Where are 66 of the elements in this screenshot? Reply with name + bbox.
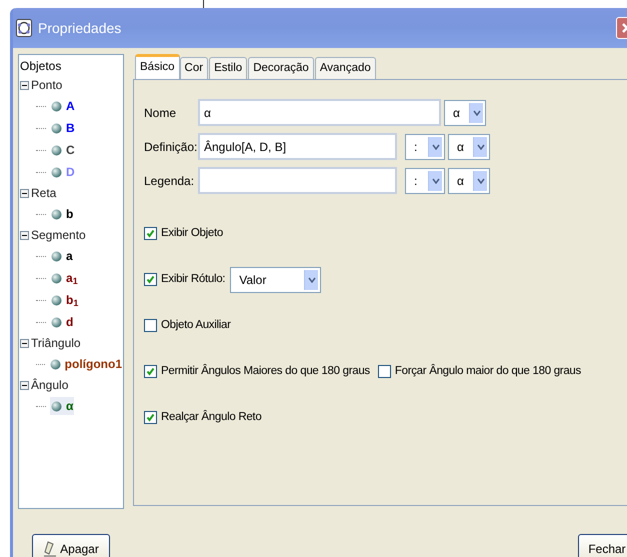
app-icon	[16, 19, 32, 37]
symbol-dropdown[interactable]: α	[448, 168, 490, 194]
tree-item[interactable]: C	[50, 141, 76, 159]
collapse-icon[interactable]	[20, 188, 29, 198]
sphere-icon	[51, 400, 62, 412]
symbol-dropdown[interactable]: α	[444, 100, 486, 126]
sphere-icon	[51, 144, 62, 156]
tree-item[interactable]: b$_{1}$	[50, 291, 80, 309]
text-field[interactable]	[198, 167, 397, 194]
tree-category[interactable]: Reta	[31, 184, 56, 202]
tree-item[interactable]: b	[50, 205, 74, 223]
field-label: Definição:	[144, 138, 198, 156]
label-mode-dropdown[interactable]: Valor	[230, 266, 322, 292]
collapse-icon[interactable]	[20, 230, 29, 240]
symbol-dropdown[interactable]: α	[448, 134, 490, 160]
symbol-dropdown[interactable]: :	[405, 168, 445, 194]
sphere-icon	[51, 166, 62, 178]
sphere-icon	[51, 294, 62, 306]
tree-item[interactable]: d	[50, 313, 74, 331]
sphere-icon	[51, 272, 62, 284]
sphere-icon	[51, 316, 62, 328]
eraser-icon	[43, 541, 58, 557]
checkbox[interactable]	[378, 365, 391, 378]
tree-item[interactable]: α	[50, 397, 74, 415]
checkbox[interactable]	[144, 365, 157, 378]
sphere-icon	[51, 250, 62, 262]
sphere-icon	[51, 122, 62, 134]
tree-root-label: Objetos	[20, 58, 62, 75]
tree-item[interactable]: B	[50, 119, 76, 137]
checkbox[interactable]	[144, 227, 157, 240]
field-label: Nome	[144, 104, 178, 122]
tree-category[interactable]: Triângulo	[31, 334, 81, 352]
checkbox[interactable]	[144, 273, 157, 286]
tab[interactable]: Estilo	[209, 57, 248, 79]
tree-category[interactable]: Ponto	[31, 76, 62, 94]
checkbox-label[interactable]: Exibir Rótulo:	[161, 270, 226, 288]
checkbox-label[interactable]: Permitir Ângulos Maiores do que 180 graus	[161, 362, 370, 380]
checkbox-label[interactable]: Realçar Ângulo Reto	[161, 408, 262, 426]
checkbox-label[interactable]: Exibir Objeto	[161, 224, 223, 242]
text-field[interactable]: α	[198, 99, 441, 126]
tree-item[interactable]: a	[50, 247, 74, 265]
tree-item[interactable]: polígono1	[48, 355, 123, 373]
sphere-icon	[51, 208, 62, 220]
tree-category[interactable]: Segmento	[31, 226, 86, 244]
sphere-icon	[50, 358, 61, 370]
window-title: Propriedades	[38, 18, 122, 38]
tab[interactable]: Básico	[135, 54, 180, 79]
delete-button[interactable]: Apagar	[32, 534, 110, 557]
symbol-dropdown[interactable]: :	[405, 134, 445, 160]
tab[interactable]: Decoração	[248, 57, 314, 79]
tree-category[interactable]: Ângulo	[31, 376, 68, 394]
tab[interactable]: Cor	[180, 57, 208, 79]
sphere-icon	[51, 100, 62, 112]
collapse-icon[interactable]	[20, 380, 29, 390]
tree-item[interactable]: A	[50, 97, 76, 115]
checkbox-label[interactable]: Forçar Ângulo maior do que 180 graus	[394, 362, 581, 380]
collapse-icon[interactable]	[20, 80, 29, 90]
checkbox[interactable]	[144, 411, 157, 424]
collapse-icon[interactable]	[20, 338, 29, 348]
tree-item[interactable]: a$_{1}$	[50, 269, 79, 287]
checkbox-label[interactable]: Objeto Auxiliar	[161, 316, 231, 334]
text-field[interactable]: Ângulo[A, D, B]	[198, 133, 397, 160]
close-button[interactable]: Fechar	[578, 534, 627, 557]
checkbox[interactable]	[144, 319, 157, 332]
tab[interactable]: Avançado	[314, 57, 376, 79]
field-label: Legenda:	[144, 172, 196, 190]
